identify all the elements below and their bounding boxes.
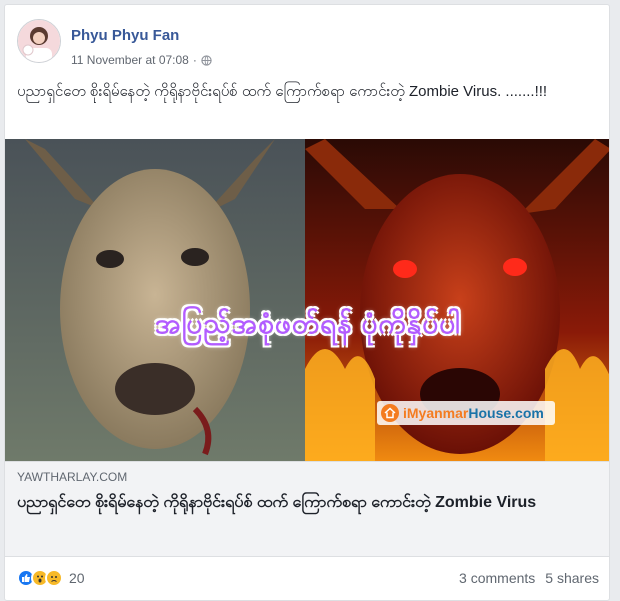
deer-image-left xyxy=(5,139,305,461)
post-stats: 3 comments 5 shares xyxy=(459,570,599,586)
home-icon xyxy=(381,404,399,422)
post-card: Phyu Phyu Fan 11 November at 07:08 · ပညာ… xyxy=(4,4,610,601)
watermark-text-b: House.com xyxy=(468,405,544,421)
sad-icon xyxy=(45,569,63,587)
timestamp[interactable]: 11 November at 07:08 xyxy=(71,53,189,67)
post-text: ပညာရှင်တေ စိုးရိမ်နေတဲ့ ကိုရိုနာဗိုင်းရပ… xyxy=(17,83,548,100)
avatar[interactable] xyxy=(17,19,61,63)
link-domain: YAWTHARLAY.COM xyxy=(17,470,128,484)
reaction-count[interactable]: 20 xyxy=(69,570,85,586)
watermark-text-a: iMyanmar xyxy=(403,405,469,421)
reactions[interactable]: 20 xyxy=(17,569,85,587)
post-meta: 11 November at 07:08 · xyxy=(71,53,212,67)
shares-count[interactable]: 5 shares xyxy=(545,570,599,586)
comments-count[interactable]: 3 comments xyxy=(459,570,535,586)
post-footer: 20 3 comments 5 shares xyxy=(17,565,599,591)
image-overlay-text: အပြည့်အစုံဖတ်ရန် ပုံကိုနှိပ်ပါ xyxy=(154,308,462,339)
link-title[interactable]: ပညာရှင်တေ စိုးရိမ်နေတဲ့ ကိုရိုနာဗိုင်းရပ… xyxy=(17,492,597,513)
watermark: iMyanmarHouse.com xyxy=(377,401,555,425)
globe-icon[interactable] xyxy=(201,54,212,66)
post-image[interactable]: အပြည့်အစုံဖတ်ရန် ပုံကိုနှိပ်ပါ iMyanmarH… xyxy=(5,139,609,461)
author-name[interactable]: Phyu Phyu Fan xyxy=(71,27,179,44)
link-preview[interactable]: YAWTHARLAY.COM ပညာရှင်တေ စိုးရိမ်နေတဲ့ က… xyxy=(5,461,609,557)
